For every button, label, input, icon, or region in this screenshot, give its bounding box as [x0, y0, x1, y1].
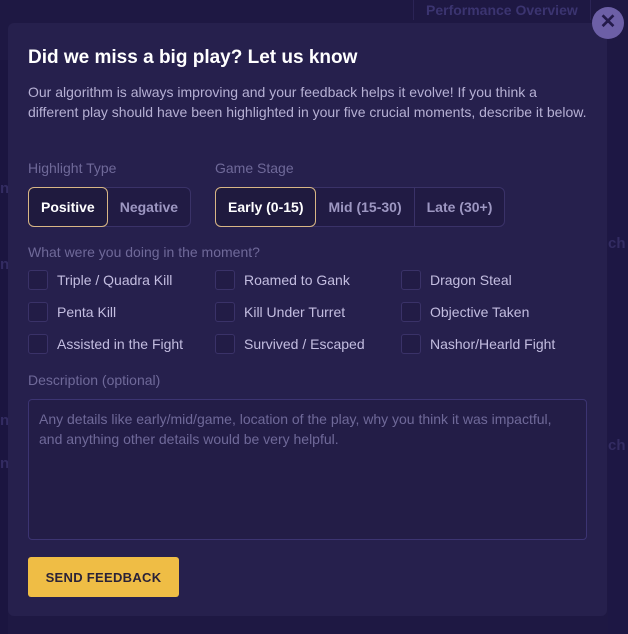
checkbox-kill-under-turret[interactable]: Kill Under Turret — [215, 302, 345, 322]
checkbox-label: Dragon Steal — [430, 272, 512, 288]
background-right-strip — [608, 60, 628, 634]
checkbox-penta-kill[interactable]: Penta Kill — [28, 302, 116, 322]
checkbox-roamed-to-gank[interactable]: Roamed to Gank — [215, 270, 350, 290]
checkbox-label: Kill Under Turret — [244, 304, 346, 320]
description-label: Description (optional) — [28, 372, 161, 388]
checkbox-box[interactable] — [215, 302, 235, 322]
checkbox-label: Assisted in the Fight — [57, 336, 184, 352]
highlight-type-toggle: Positive Negative — [28, 187, 192, 227]
activity-label: What were you doing in the moment? — [28, 244, 260, 260]
checkbox-label: Roamed to Gank — [244, 272, 350, 288]
feedback-modal: Did we miss a big play? Let us know Our … — [8, 23, 607, 616]
checkbox-box[interactable] — [28, 334, 48, 354]
checkbox-label: Survived / Escaped — [244, 336, 365, 352]
send-feedback-button[interactable]: SEND FEEDBACK — [28, 557, 179, 597]
checkbox-box[interactable] — [401, 270, 421, 290]
checkbox-box[interactable] — [28, 270, 48, 290]
stage-late-option[interactable]: Late (30+) — [415, 188, 505, 226]
checkbox-box[interactable] — [215, 334, 235, 354]
background-text-fragment: ch — [608, 235, 626, 252]
background-left-strip — [0, 60, 8, 634]
checkbox-objective-taken[interactable]: Objective Taken — [401, 302, 529, 322]
checkbox-box[interactable] — [401, 302, 421, 322]
highlight-positive-option[interactable]: Positive — [28, 187, 108, 227]
checkbox-survived-escaped[interactable]: Survived / Escaped — [215, 334, 365, 354]
stage-early-option[interactable]: Early (0-15) — [215, 187, 317, 227]
checkbox-box[interactable] — [215, 270, 235, 290]
modal-title: Did we miss a big play? Let us know — [28, 47, 358, 68]
stage-mid-option[interactable]: Mid (15-30) — [316, 188, 415, 226]
checkbox-label: Triple / Quadra Kill — [57, 272, 173, 288]
checkbox-label: Objective Taken — [430, 304, 530, 320]
highlight-type-label: Highlight Type — [28, 160, 117, 176]
background-text-fragment: ch — [608, 437, 626, 454]
checkbox-dragon-steal[interactable]: Dragon Steal — [401, 270, 512, 290]
game-stage-toggle: Early (0-15) Mid (15-30) Late (30+) — [215, 187, 506, 227]
checkbox-box[interactable] — [401, 334, 421, 354]
performance-overview-tab[interactable]: Performance Overview — [413, 0, 591, 20]
description-textarea[interactable] — [28, 399, 587, 540]
close-icon[interactable]: ✕ — [592, 7, 624, 39]
checkbox-nashor-herald-fight[interactable]: Nashor/Hearld Fight — [401, 334, 555, 354]
checkbox-label: Nashor/Hearld Fight — [430, 336, 556, 352]
checkbox-box[interactable] — [28, 302, 48, 322]
checkbox-triple-quadra-kill[interactable]: Triple / Quadra Kill — [28, 270, 172, 290]
game-stage-label: Game Stage — [215, 160, 294, 176]
modal-intro-text: Our algorithm is always improving and yo… — [28, 84, 587, 120]
checkbox-assisted-in-fight[interactable]: Assisted in the Fight — [28, 334, 183, 354]
checkbox-label: Penta Kill — [57, 304, 117, 320]
highlight-negative-option[interactable]: Negative — [108, 188, 190, 226]
